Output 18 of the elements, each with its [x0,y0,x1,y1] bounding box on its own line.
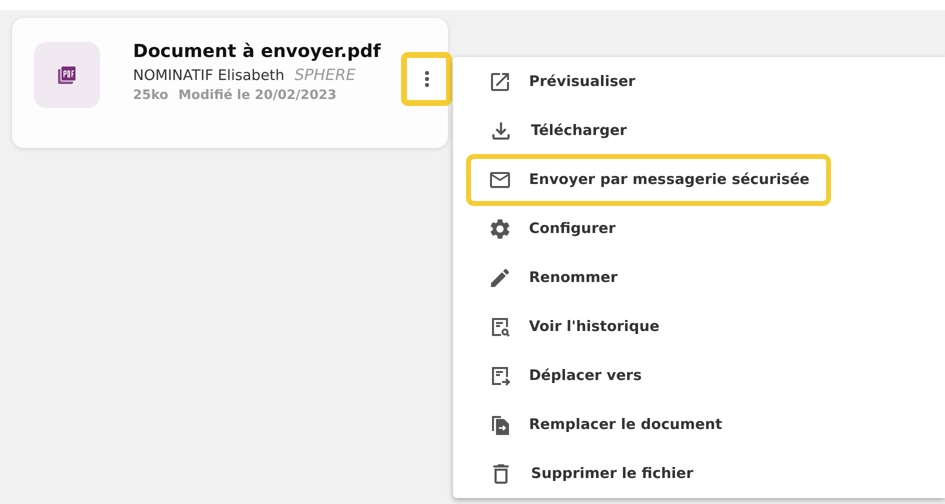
menu-item[interactable]: Envoyer par messagerie sécurisée [466,154,830,206]
menu-item[interactable]: Déplacer vers [466,350,663,402]
menu-item[interactable]: Remplacer le document [466,398,744,450]
menu-item[interactable]: Prévisualiser [466,56,656,108]
settings-icon [488,216,512,240]
pdf-icon [34,42,100,108]
menu-item[interactable]: Renommer [466,252,638,304]
menu-item[interactable]: Télécharger [466,104,648,156]
file-size: 25ko [133,88,168,103]
menu-item[interactable]: Voir l'historique [466,300,680,352]
owner-name: NOMINATIF Elisabeth [133,68,284,84]
menu-item[interactable]: Configurer [466,202,637,254]
source-label: SPHERE [294,66,356,84]
more-button[interactable] [401,52,452,106]
modified-date: Modifié le 20/02/2023 [178,88,337,103]
file-name: Document à envoyer.pdf [133,41,381,62]
menu-item[interactable]: Supprimer le fichier [466,448,714,500]
more-icon [424,71,428,87]
